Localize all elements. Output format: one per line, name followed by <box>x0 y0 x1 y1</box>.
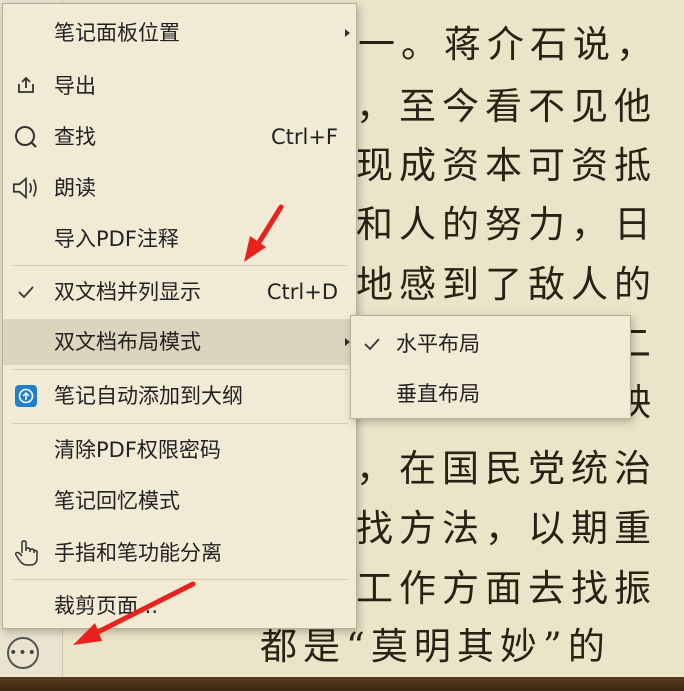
submenu-item-label: 水平布局 <box>396 332 480 356</box>
shortcut-label: Ctrl+D <box>266 280 338 304</box>
doc-line: 和人的努力，日 <box>356 203 657 246</box>
context-menu: 笔记面板位置 导出 查找 Ctrl+F 朗读 导入PDF注释 双文档并列显示 C… <box>2 3 357 629</box>
doc-line: ，至今看不见他 <box>356 85 657 128</box>
menu-item-label: 导入PDF注释 <box>54 227 179 251</box>
menu-separator <box>11 423 348 424</box>
menu-item-auto-add-notes-to-outline[interactable]: 笔记自动添加到大纲 <box>3 373 356 419</box>
menu-item-export[interactable]: 导出 <box>3 63 356 109</box>
chevron-right-icon <box>345 29 350 37</box>
layout-mode-submenu: 水平布局 垂直布局 <box>350 315 631 419</box>
menu-item-read-aloud[interactable]: 朗读 <box>3 165 356 211</box>
menu-item-label: 导出 <box>54 74 96 98</box>
submenu-item-label: 垂直布局 <box>396 382 480 406</box>
more-options-icon[interactable]: ••• <box>7 637 39 669</box>
menu-separator <box>11 265 348 266</box>
submenu-item-vertical-layout[interactable]: 垂直布局 <box>351 369 630 419</box>
menu-item-import-pdf-annotations[interactable]: 导入PDF注释 <box>3 216 356 262</box>
outline-app-icon <box>11 382 41 410</box>
menu-item-label: 清除PDF权限密码 <box>54 438 221 462</box>
menu-item-note-recall-mode[interactable]: 笔记回忆模式 <box>3 478 356 524</box>
submenu-item-horizontal-layout[interactable]: 水平布局 <box>351 319 630 369</box>
doc-line: 工作方面去找振 <box>356 567 657 610</box>
speaker-icon <box>11 174 41 202</box>
doc-line: 找方法，以期重 <box>356 507 657 550</box>
menu-item-label: 朗读 <box>54 176 96 200</box>
doc-line: 地感到了敌人的 <box>356 263 657 306</box>
menu-item-remove-pdf-password[interactable]: 清除PDF权限密码 <box>3 427 356 473</box>
doc-line: ，在国民党统治 <box>356 447 657 490</box>
menu-item-crop-pages[interactable]: 裁剪页面... <box>3 583 356 629</box>
menu-item-label: 笔记自动添加到大纲 <box>54 384 243 408</box>
menu-item-label: 手指和笔功能分离 <box>54 541 222 565</box>
check-icon <box>363 333 381 357</box>
search-icon <box>11 123 41 151</box>
check-icon <box>11 278 41 306</box>
menu-item-label: 笔记回忆模式 <box>54 489 180 513</box>
menu-item-note-panel-position[interactable]: 笔记面板位置 <box>3 10 356 56</box>
export-icon <box>11 72 41 100</box>
menu-separator <box>11 579 348 580</box>
doc-line: 现成资本可资抵 <box>356 144 657 187</box>
menu-item-dual-doc-side-by-side[interactable]: 双文档并列显示 Ctrl+D <box>3 269 356 315</box>
menu-item-label: 裁剪页面... <box>54 594 159 618</box>
menu-item-dual-doc-layout-mode[interactable]: 双文档布局模式 <box>3 319 356 365</box>
menu-item-label: 查找 <box>54 125 96 149</box>
menu-separator <box>11 369 348 370</box>
doc-line: 一。蒋介石说， <box>358 23 659 66</box>
menu-item-separate-finger-pen[interactable]: 手指和笔功能分离 <box>3 530 356 576</box>
bottom-bar <box>0 677 684 691</box>
hand-pointer-icon <box>11 539 41 567</box>
menu-item-find[interactable]: 查找 Ctrl+F <box>3 114 356 160</box>
menu-item-label: 双文档并列显示 <box>54 280 201 304</box>
menu-item-label: 笔记面板位置 <box>54 21 180 45</box>
shortcut-label: Ctrl+F <box>270 125 338 149</box>
menu-item-label: 双文档布局模式 <box>54 330 201 354</box>
